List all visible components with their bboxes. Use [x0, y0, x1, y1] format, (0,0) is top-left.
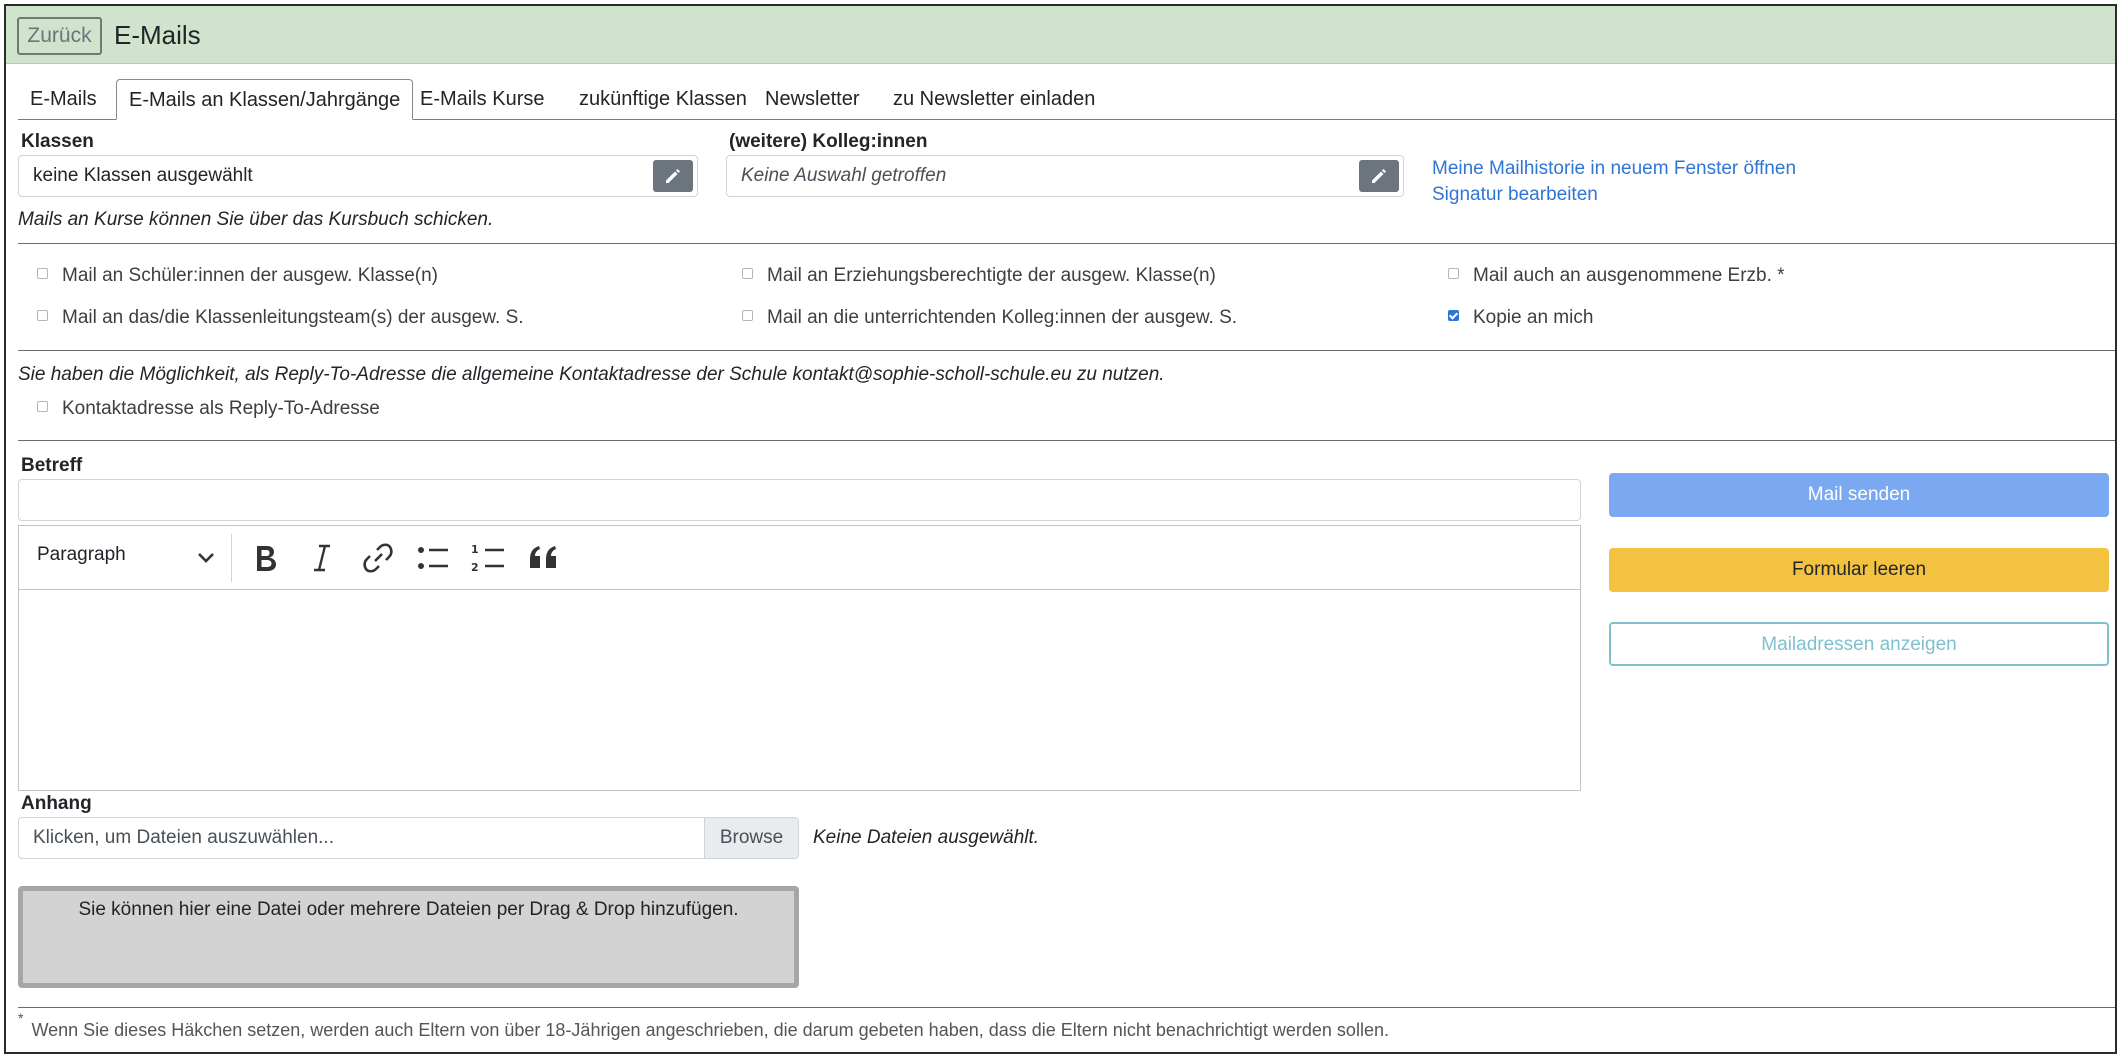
pencil-icon	[1372, 169, 1386, 183]
checkbox-box[interactable]	[37, 401, 48, 413]
checkbox-box[interactable]	[37, 310, 48, 322]
divider	[18, 440, 2115, 441]
footnote-text: Wenn Sie dieses Häkchen setzen, werden a…	[31, 1020, 1389, 1040]
dropzone-text: Sie können hier eine Datei oder mehrere …	[78, 899, 739, 920]
checkbox-box[interactable]	[742, 310, 753, 322]
file-dropzone[interactable]: Sie können hier eine Datei oder mehrere …	[18, 886, 799, 988]
checkbox-ausgenommene-erzb[interactable]: Mail auch an ausgenommene Erzb. *	[1448, 265, 1785, 287]
message-editor[interactable]: Paragraph 1 2	[18, 525, 1581, 791]
blockquote-icon[interactable]	[524, 538, 564, 578]
kurse-note: Mails an Kurse können Sie über das Kursb…	[18, 209, 494, 230]
toolbar-separator	[231, 534, 232, 582]
checkbox-kopie-an-mich[interactable]: Kopie an mich	[1448, 307, 1593, 329]
svg-text:2: 2	[471, 561, 479, 574]
checkbox-erziehungsberechtigte[interactable]: Mail an Erziehungsberechtigte der ausgew…	[742, 265, 1216, 287]
app-frame: Zurück E-Mails E-Mails E-Mails an Klasse…	[4, 4, 2117, 1054]
klassen-value: keine Klassen ausgewählt	[33, 165, 253, 186]
svg-text:1: 1	[471, 543, 479, 556]
tab-bar: E-Mails E-Mails an Klassen/Jahrgänge E-M…	[18, 79, 2115, 120]
signature-link[interactable]: Signatur bearbeiten	[1432, 184, 1598, 206]
checkbox-box-checked[interactable]	[1448, 310, 1459, 322]
checkbox-schueler[interactable]: Mail an Schüler:innen der ausgew. Klasse…	[37, 265, 438, 287]
file-status: Keine Dateien ausgewählt.	[813, 827, 1040, 848]
editor-toolbar: Paragraph 1 2	[19, 526, 1580, 590]
tab-emails[interactable]: E-Mails	[18, 79, 109, 119]
page-header: Zurück E-Mails	[6, 6, 2115, 64]
tab-emails-kurse[interactable]: E-Mails Kurse	[408, 79, 556, 119]
send-mail-button[interactable]: Mail senden	[1609, 473, 2109, 517]
klassen-select[interactable]: keine Klassen ausgewählt	[18, 155, 698, 197]
reply-to-note: Sie haben die Möglichkeit, als Reply-To-…	[18, 364, 1165, 385]
link-icon[interactable]	[358, 538, 398, 578]
browse-button[interactable]: Browse	[704, 818, 798, 858]
betreff-label: Betreff	[21, 455, 83, 476]
kollegen-label: (weitere) Kolleg:innen	[729, 131, 928, 152]
checkbox-box[interactable]	[37, 268, 48, 280]
mailhistory-link[interactable]: Meine Mailhistorie in neuem Fenster öffn…	[1432, 158, 1796, 180]
numbered-list-icon[interactable]: 1 2	[468, 538, 508, 578]
divider	[18, 243, 2115, 244]
pencil-icon	[666, 169, 680, 183]
checkbox-unterrichtende[interactable]: Mail an die unterrichtenden Kolleg:innen…	[742, 307, 1237, 329]
clear-form-button[interactable]: Formular leeren	[1609, 548, 2109, 592]
betreff-input[interactable]	[18, 479, 1581, 521]
file-input[interactable]: Klicken, um Dateien auszuwählen... Brows…	[18, 817, 799, 859]
checkbox-reply-to[interactable]: Kontaktadresse als Reply-To-Adresse	[37, 398, 380, 420]
chevron-down-icon[interactable]	[195, 546, 217, 568]
tab-newsletter-einladen[interactable]: zu Newsletter einladen	[881, 79, 1107, 119]
kollegen-edit-button[interactable]	[1359, 160, 1399, 192]
checkbox-box[interactable]	[1448, 268, 1459, 280]
checkbox-klassenleitung[interactable]: Mail an das/die Klassenleitungsteam(s) d…	[37, 307, 524, 329]
file-input-placeholder: Klicken, um Dateien auszuwählen...	[33, 827, 334, 848]
anhang-label: Anhang	[21, 793, 92, 814]
page-title: E-Mails	[114, 20, 201, 50]
back-button[interactable]: Zurück	[17, 17, 102, 55]
paragraph-select[interactable]: Paragraph	[37, 544, 126, 566]
klassen-edit-button[interactable]	[653, 160, 693, 192]
kollegen-select[interactable]: Keine Auswahl getroffen	[726, 155, 1404, 197]
kollegen-placeholder: Keine Auswahl getroffen	[741, 165, 947, 186]
checkbox-box[interactable]	[742, 268, 753, 280]
tab-emails-klassen[interactable]: E-Mails an Klassen/Jahrgänge	[116, 79, 414, 120]
tab-zukuenftige-klassen[interactable]: zukünftige Klassen	[567, 79, 759, 119]
divider	[18, 350, 2115, 351]
klassen-label: Klassen	[21, 131, 94, 152]
footnote-mark: *	[18, 1010, 24, 1026]
show-addresses-button[interactable]: Mailadressen anzeigen	[1609, 622, 2109, 666]
italic-icon[interactable]	[302, 538, 342, 578]
divider	[18, 1007, 2115, 1008]
footnote: * Wenn Sie dieses Häkchen setzen, werden …	[18, 1010, 1389, 1041]
bold-icon[interactable]	[245, 538, 285, 578]
bulleted-list-icon[interactable]	[412, 538, 452, 578]
tab-newsletter[interactable]: Newsletter	[753, 79, 871, 119]
